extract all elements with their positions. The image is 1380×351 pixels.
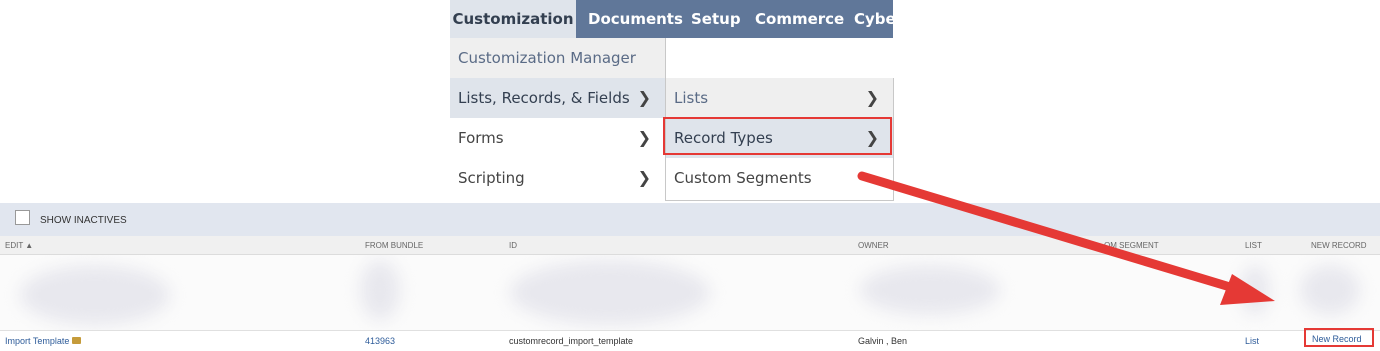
annotation-arrow: [857, 171, 1275, 305]
